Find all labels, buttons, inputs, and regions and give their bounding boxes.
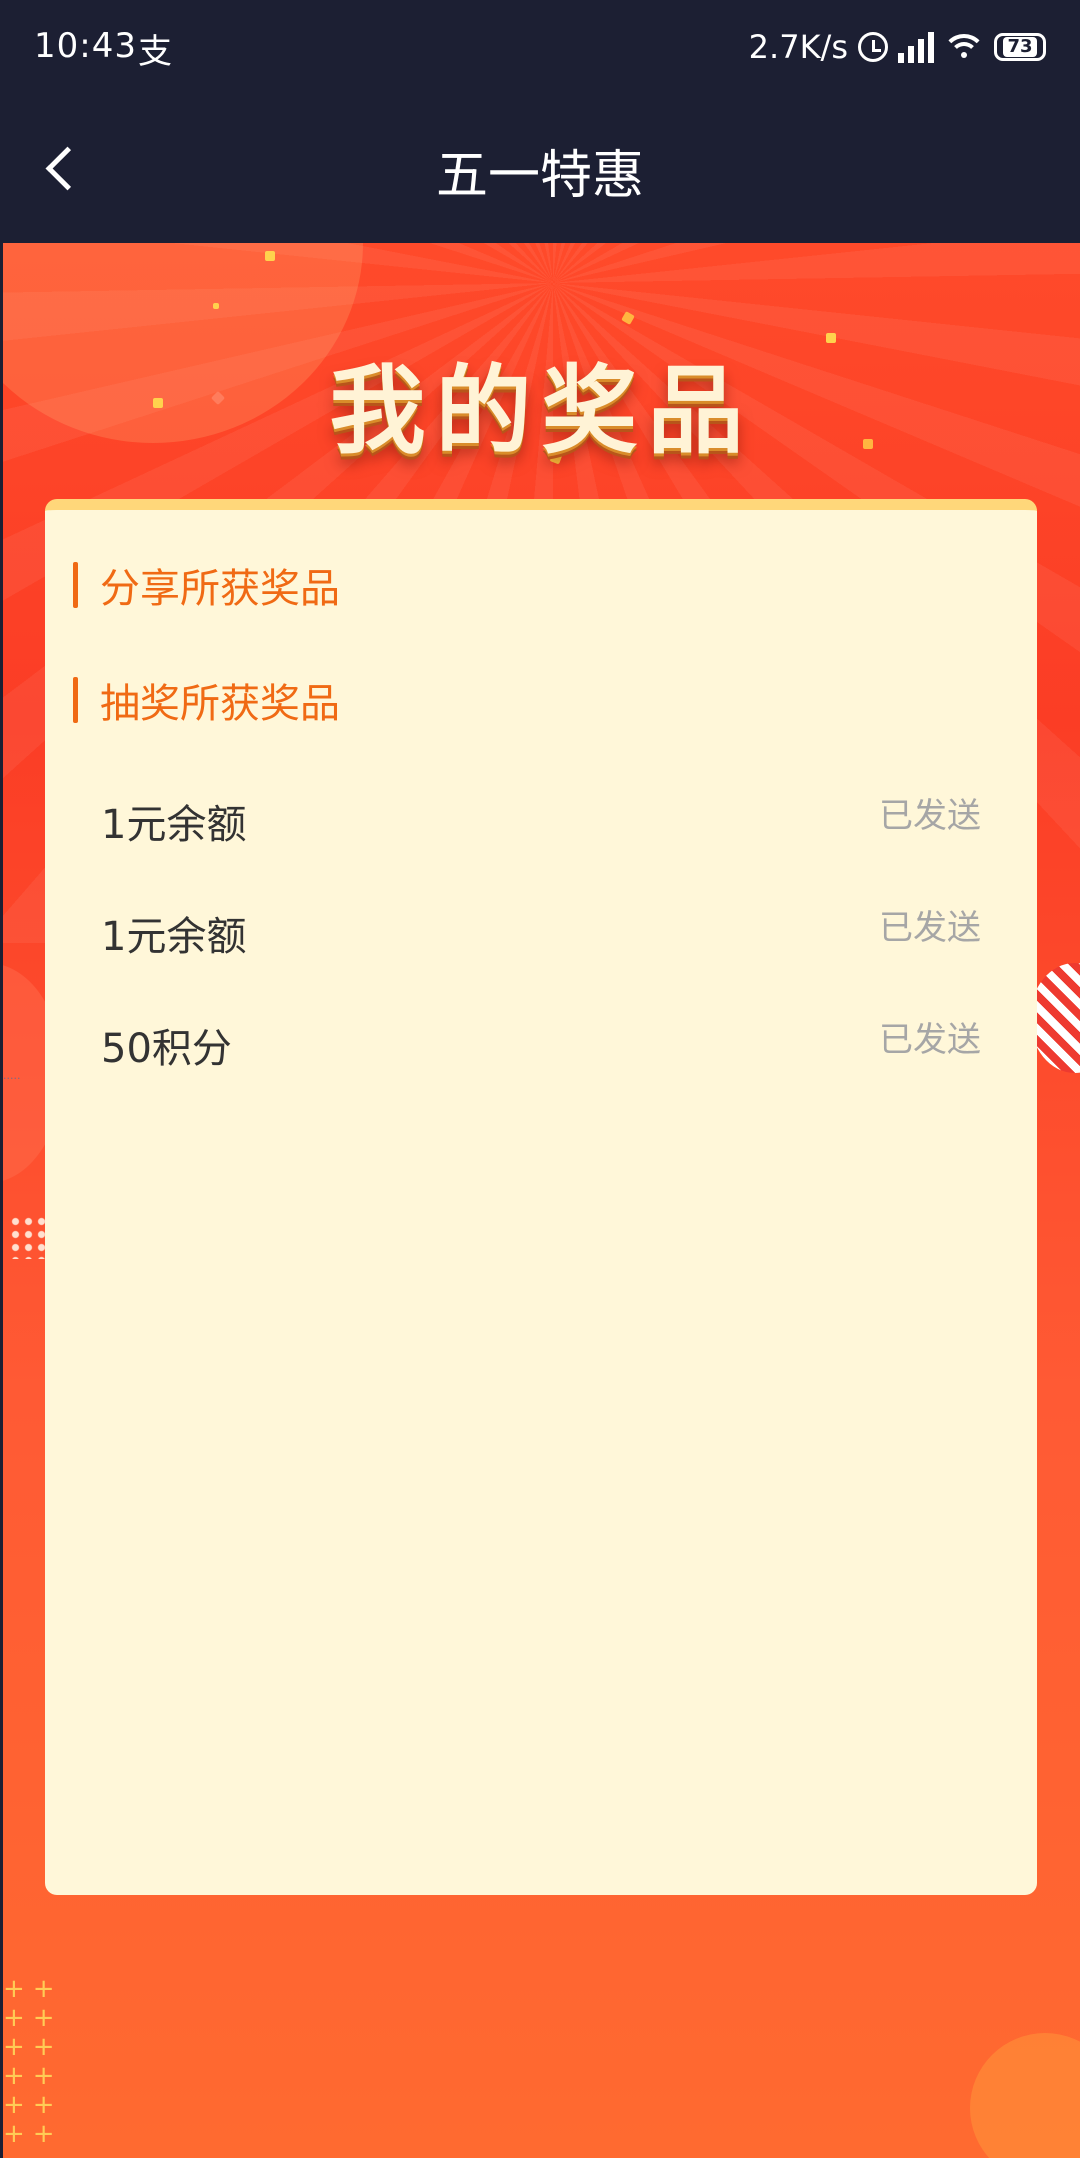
section-marker [73, 677, 78, 723]
prize-card: 分享所获奖品 抽奖所获奖品 1元余额 已发送 1元余额 已发送 50积分 已发送 [45, 499, 1037, 1895]
prize-status: 已发送 [879, 796, 981, 836]
striped-ball-decoration [1030, 963, 1080, 1073]
prize-name: 1元余额 [101, 802, 247, 848]
prize-row: 1元余额 已发送 [101, 900, 981, 960]
network-speed: 2.7K/s [748, 28, 848, 66]
prize-name: 50积分 [101, 1026, 232, 1072]
alarm-icon [858, 32, 888, 62]
signal-icon [898, 31, 934, 63]
status-bar: 10:43 支 2.7K/s 73 [0, 0, 1080, 95]
prize-status: 已发送 [879, 1020, 981, 1060]
status-time: 10:43 [34, 26, 137, 66]
section-lottery-prizes: 抽奖所获奖品 [73, 676, 340, 727]
section-marker [73, 562, 78, 608]
section-share-prizes: 分享所获奖品 [73, 561, 340, 612]
prize-row: 50积分 已发送 [101, 1012, 981, 1072]
battery-level: 73 [1003, 37, 1037, 57]
prize-row: 1元余额 已发送 [101, 788, 981, 848]
page-title: 五一特惠 [435, 146, 644, 206]
banner-title: 我的奖品 [329, 355, 754, 467]
nav-bar: 五一特惠 [0, 95, 1080, 243]
edge-tip: ····· [3, 1072, 21, 1085]
background-bubble [970, 2033, 1080, 2158]
prize-status: 已发送 [879, 908, 981, 948]
wifi-icon [944, 32, 984, 62]
alipay-icon: 支 [138, 32, 172, 72]
plus-pattern-decoration: ++ ++ ++ ++ ++ ++ [3, 1974, 63, 2149]
confetti [265, 251, 275, 261]
dot-pattern-decoration [9, 1215, 49, 1259]
confetti [213, 303, 219, 309]
prize-name: 1元余额 [101, 914, 247, 960]
status-indicators: 2.7K/s 73 [749, 24, 1046, 70]
battery-icon: 73 [994, 33, 1046, 61]
section-title: 分享所获奖品 [100, 566, 340, 612]
prize-page: ++ ++ ++ ++ ++ ++ ····· 我的奖品 分享所获奖品 抽奖所获奖品 1元… [3, 243, 1080, 2158]
section-title: 抽奖所获奖品 [100, 681, 340, 727]
